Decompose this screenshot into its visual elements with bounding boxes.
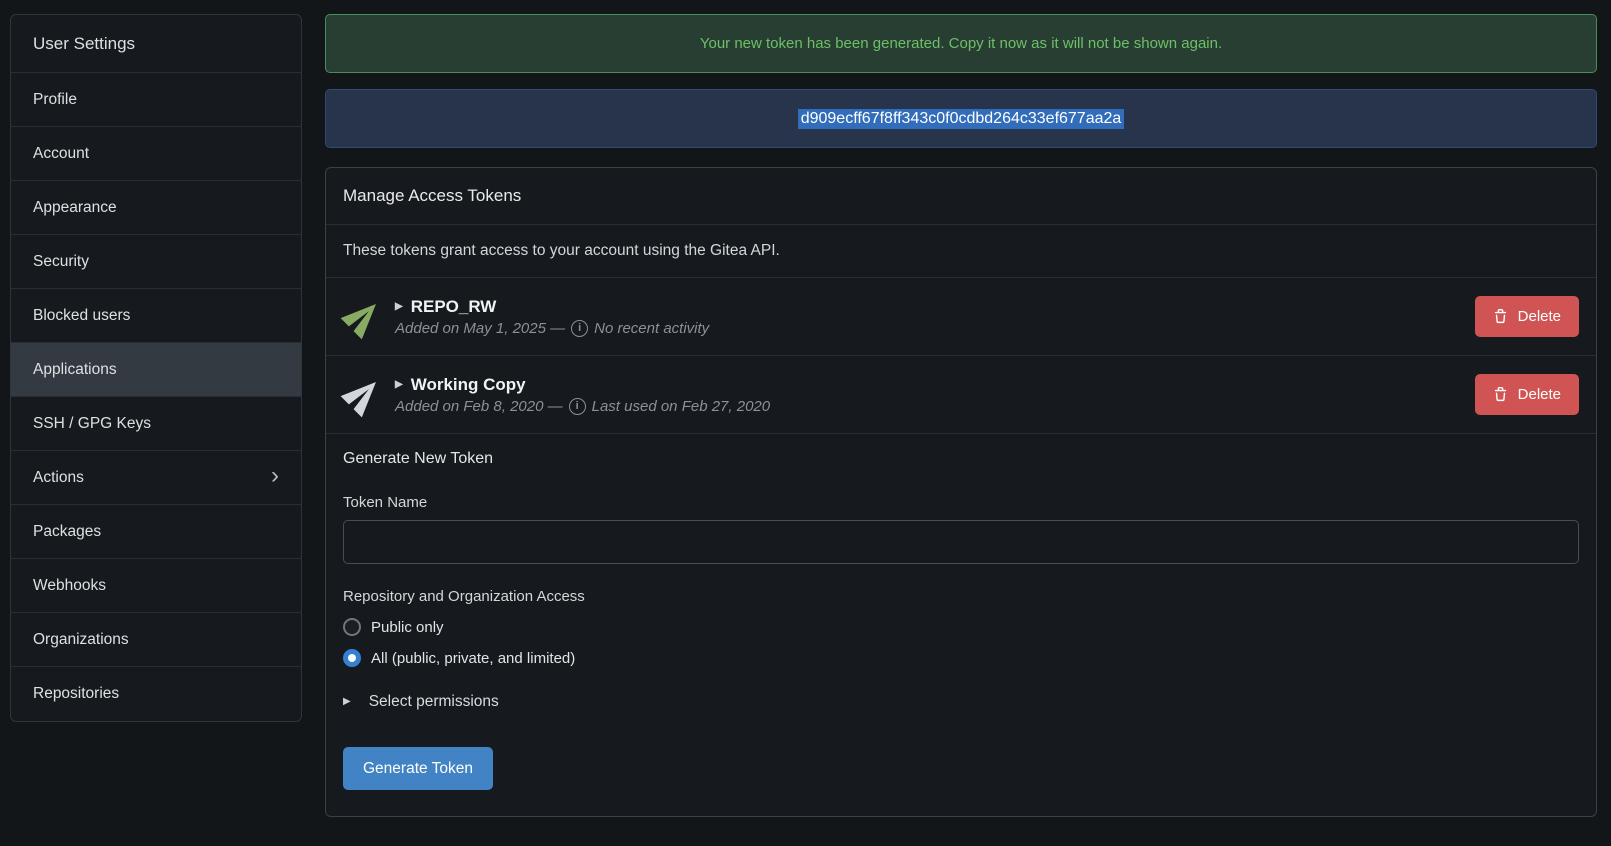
token-info: ▶ Working Copy Added on Feb 8, 2020 — i … (395, 375, 770, 415)
new-token-display[interactable]: d909ecff67f8ff343c0f0cdbd264c33ef677aa2a (325, 89, 1597, 148)
sidebar-item-account[interactable]: Account (11, 127, 301, 181)
token-meta: Added on Feb 8, 2020 — i Last used on Fe… (395, 398, 770, 415)
token-row: ▶ REPO_RW Added on May 1, 2025 — i No re… (326, 278, 1596, 356)
token-added-text: Added on May 1, 2025 — (395, 320, 565, 337)
sidebar-item-label: Profile (33, 91, 77, 109)
token-name-label: Token Name (343, 494, 1579, 511)
generate-token-form: Token Name Repository and Organization A… (326, 494, 1596, 816)
sidebar-item-security[interactable]: Security (11, 235, 301, 289)
sidebar-item-repositories[interactable]: Repositories (11, 667, 301, 721)
panel-title: Manage Access Tokens (326, 168, 1596, 225)
triangle-right-icon: ▶ (395, 302, 403, 312)
sidebar-item-profile[interactable]: Profile (11, 73, 301, 127)
settings-page: User Settings Profile Account Appearance… (0, 0, 1611, 846)
token-activity-text: Last used on Feb 27, 2020 (592, 398, 770, 415)
triangle-right-icon: ▶ (343, 697, 351, 707)
token-info: ▶ REPO_RW Added on May 1, 2025 — i No re… (395, 297, 709, 337)
chevron-right-icon: › (271, 464, 279, 488)
sidebar-title: User Settings (11, 15, 301, 73)
sidebar-item-webhooks[interactable]: Webhooks (11, 559, 301, 613)
sidebar-item-packages[interactable]: Packages (11, 505, 301, 559)
token-row: ▶ Working Copy Added on Feb 8, 2020 — i … (326, 356, 1596, 434)
delete-button-label: Delete (1518, 308, 1561, 325)
select-permissions-toggle[interactable]: ▶ Select permissions (343, 693, 1579, 711)
sidebar-item-label: Actions (33, 469, 84, 487)
sidebar-item-label: Security (33, 253, 89, 271)
token-name-input[interactable] (343, 520, 1579, 564)
settings-sidebar: User Settings Profile Account Appearance… (10, 14, 302, 722)
sidebar-item-applications[interactable]: Applications (11, 343, 301, 397)
radio-label: All (public, private, and limited) (371, 650, 575, 667)
panel-description: These tokens grant access to your accoun… (326, 225, 1596, 278)
delete-button-label: Delete (1518, 386, 1561, 403)
paper-airplane-icon (343, 297, 383, 337)
sidebar-item-label: Applications (33, 361, 117, 379)
token-added-text: Added on Feb 8, 2020 — (395, 398, 563, 415)
token-meta: Added on May 1, 2025 — i No recent activ… (395, 320, 709, 337)
radio-label: Public only (371, 619, 444, 636)
main-content: Your new token has been generated. Copy … (325, 14, 1597, 817)
paper-airplane-icon (343, 375, 383, 415)
sidebar-item-ssh-gpg-keys[interactable]: SSH / GPG Keys (11, 397, 301, 451)
trash-icon (1493, 387, 1508, 402)
token-activity-text: No recent activity (594, 320, 709, 337)
radio-all-access[interactable]: All (public, private, and limited) (343, 649, 1579, 667)
info-icon: i (571, 320, 588, 337)
sidebar-item-label: Webhooks (33, 577, 106, 595)
radio-checked-icon[interactable] (343, 649, 361, 667)
sidebar-item-actions[interactable]: Actions › (11, 451, 301, 505)
generate-new-token-title: Generate New Token (326, 434, 1596, 484)
triangle-right-icon: ▶ (395, 380, 403, 390)
select-permissions-label: Select permissions (369, 693, 499, 711)
sidebar-item-label: Account (33, 145, 89, 163)
trash-icon (1493, 309, 1508, 324)
flash-text: Your new token has been generated. Copy … (700, 35, 1222, 52)
delete-token-button[interactable]: Delete (1475, 296, 1579, 337)
radio-unchecked-icon[interactable] (343, 618, 361, 636)
info-icon: i (569, 398, 586, 415)
sidebar-item-organizations[interactable]: Organizations (11, 613, 301, 667)
radio-public-only[interactable]: Public only (343, 618, 1579, 636)
token-name-toggle[interactable]: ▶ REPO_RW (395, 297, 709, 317)
repo-org-access-label: Repository and Organization Access (343, 588, 1579, 605)
delete-token-button[interactable]: Delete (1475, 374, 1579, 415)
sidebar-item-label: Blocked users (33, 307, 130, 325)
sidebar-item-label: Organizations (33, 631, 129, 649)
sidebar-item-blocked-users[interactable]: Blocked users (11, 289, 301, 343)
sidebar-item-appearance[interactable]: Appearance (11, 181, 301, 235)
token-value-selected-text[interactable]: d909ecff67f8ff343c0f0cdbd264c33ef677aa2a (798, 109, 1125, 129)
manage-access-tokens-panel: Manage Access Tokens These tokens grant … (325, 167, 1597, 817)
token-name: REPO_RW (411, 297, 497, 317)
sidebar-item-label: Packages (33, 523, 101, 541)
token-name: Working Copy (411, 375, 526, 395)
generate-token-button[interactable]: Generate Token (343, 747, 493, 790)
sidebar-title-label: User Settings (33, 34, 135, 54)
token-name-toggle[interactable]: ▶ Working Copy (395, 375, 770, 395)
sidebar-item-label: Repositories (33, 685, 119, 703)
sidebar-item-label: Appearance (33, 199, 117, 217)
sidebar-item-label: SSH / GPG Keys (33, 415, 151, 433)
success-flash-message: Your new token has been generated. Copy … (325, 14, 1597, 73)
